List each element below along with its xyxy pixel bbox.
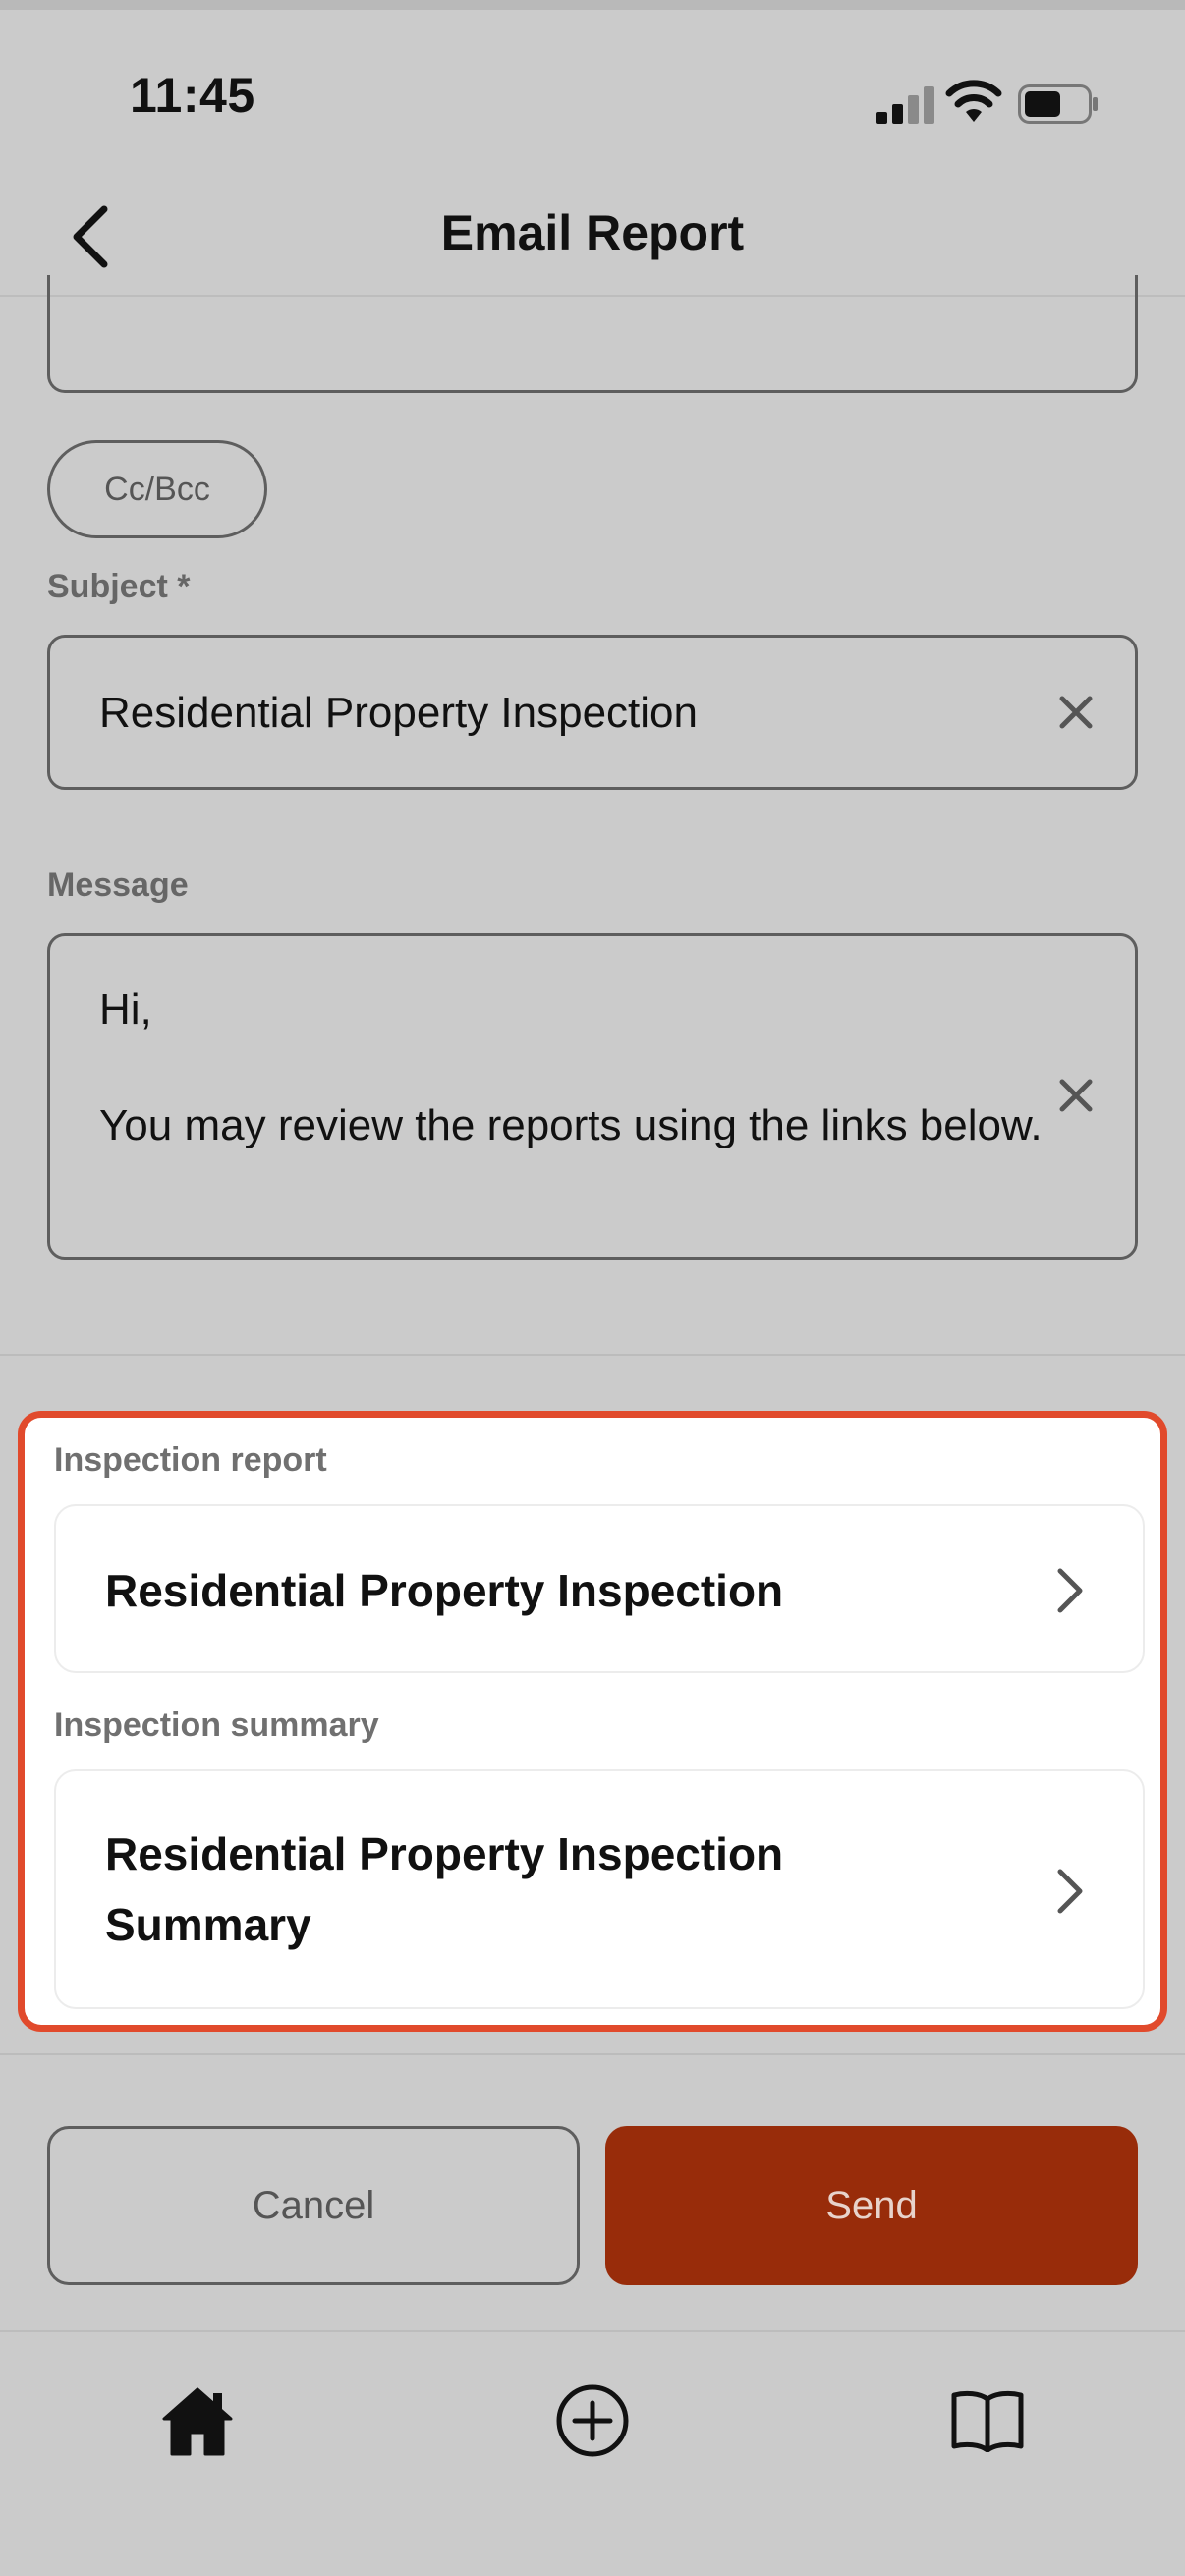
message-label: Message <box>47 867 189 904</box>
chevron-right-icon <box>1048 1862 1092 1921</box>
tab-home[interactable] <box>148 2372 247 2470</box>
clear-subject-button[interactable] <box>1046 683 1105 742</box>
page-title: Email Report <box>440 205 745 260</box>
tab-add[interactable] <box>543 2372 642 2470</box>
subject-input[interactable]: Residential Property Inspection <box>47 635 1138 790</box>
subject-value: Residential Property Inspection <box>99 689 698 737</box>
recipient-input[interactable] <box>47 275 1138 393</box>
battery-icon <box>1018 84 1098 124</box>
status-time: 11:45 <box>130 68 255 123</box>
cc-bcc-button[interactable]: Cc/Bcc <box>47 440 267 538</box>
close-icon <box>1059 696 1093 729</box>
wifi-icon <box>945 80 1002 122</box>
inspection-summary-link[interactable]: Residential Property Inspection Summary <box>54 1769 1145 2009</box>
cellular-signal-icon <box>876 86 934 124</box>
chevron-right-icon <box>1048 1561 1092 1620</box>
tab-bar <box>0 2330 1185 2576</box>
status-bar: 11:45 <box>0 10 1185 177</box>
cancel-button[interactable]: Cancel <box>47 2126 580 2285</box>
inspection-report-label: Inspection report <box>54 1441 327 1479</box>
close-icon <box>1059 1079 1093 1112</box>
inspection-summary-label: Inspection summary <box>54 1707 379 1744</box>
add-circle-icon <box>556 2384 629 2457</box>
message-input[interactable]: Hi, You may review the reports using the… <box>47 933 1138 1260</box>
attachments-section: Inspection report Residential Property I… <box>18 1411 1167 2032</box>
section-divider <box>0 1354 1185 1356</box>
home-icon <box>162 2387 233 2456</box>
inspection-report-link[interactable]: Residential Property Inspection <box>54 1504 1145 1673</box>
clear-message-button[interactable] <box>1046 1066 1105 1125</box>
top-strip <box>0 0 1185 10</box>
inspection-summary-title: Residential Property Inspection Summary <box>105 1819 783 1960</box>
inspection-summary-title-line2: Summary <box>105 1899 311 1950</box>
message-greeting: Hi, <box>99 985 152 1034</box>
section-divider <box>0 2053 1185 2055</box>
inspection-report-title: Residential Property Inspection <box>105 1565 784 1616</box>
book-icon <box>951 2390 1024 2452</box>
subject-label: Subject * <box>47 568 191 605</box>
inspection-summary-title-line1: Residential Property Inspection <box>105 1828 784 1879</box>
send-button[interactable]: Send <box>605 2126 1138 2285</box>
message-body: You may review the reports using the lin… <box>99 1101 1043 1149</box>
tab-library[interactable] <box>938 2372 1037 2470</box>
